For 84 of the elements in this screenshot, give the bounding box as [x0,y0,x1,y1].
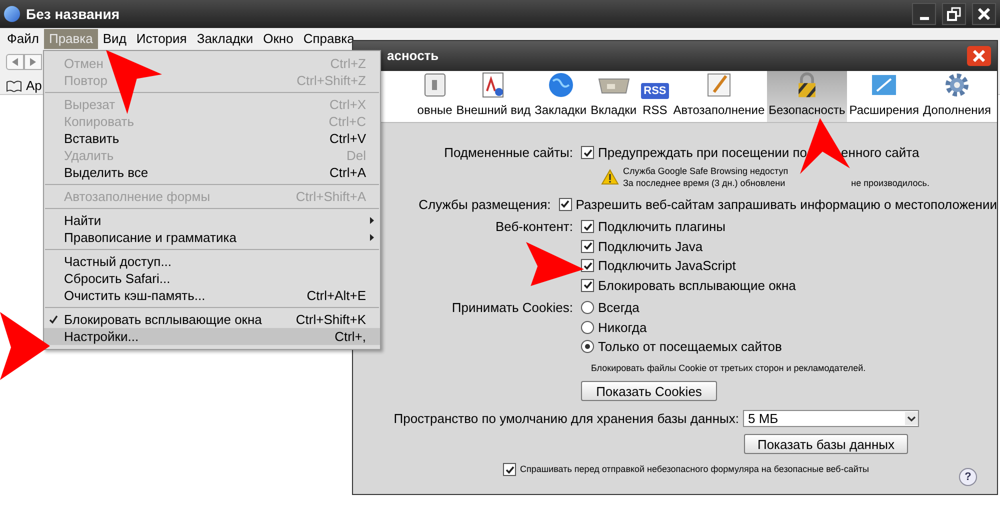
submenu-arrow-icon [370,217,374,224]
field-label: Службы размещения: [418,196,551,214]
option-label: Подключить Java [598,238,703,256]
checkbox[interactable] [558,198,572,211]
close-icon [977,7,991,21]
checkbox[interactable] [581,220,594,234]
preferences-tab[interactable]: Внешний вид [454,71,533,122]
window-title: Без названия [26,4,120,24]
dropdown-icon [905,412,918,426]
show-databases-button[interactable]: Показать базы данных [744,434,908,454]
preferences-tab[interactable]: овные [415,71,454,122]
cookie-note: Блокировать файлы Cookie от третьих сторон и рекламодателей. [591,362,866,375]
show-cookies-button[interactable]: Показать Cookies [581,381,717,401]
warning-text: Служба Google Safe Browsing недоступ [623,164,788,176]
menu-item[interactable]: Выделить все Ctrl+A [44,164,380,181]
radio-button[interactable] [581,320,594,334]
menu-item[interactable]: Частный доступ... [44,253,380,270]
warning-text: За последнее время (3 дн.) обновлени [623,176,786,188]
option-label: Спрашивать перед отправкой небезопасного формуляра на безопасные веб-сайты [520,463,869,476]
field-label: Веб-контент: [495,218,573,236]
book-icon[interactable] [6,80,22,92]
preferences-tab[interactable]: Закладки [532,71,589,122]
preferences-tab[interactable]: Вкладки [588,71,639,122]
menu-item[interactable]: Вставить Ctrl+V [44,130,380,147]
menu-item[interactable]: Очистить кэш-память... Ctrl+Alt+E [44,287,380,304]
right-triangle-icon [30,58,36,66]
help-button[interactable]: ? [959,468,977,486]
forward-button[interactable] [24,54,42,70]
bookmark-link[interactable]: Ар [26,76,42,96]
close-button[interactable] [967,46,991,66]
preferences-tab[interactable]: Автозаполнение [671,71,767,122]
menu-item[interactable]: Файл [2,29,44,49]
checkbox[interactable] [581,278,594,292]
menu-item[interactable]: Закладки [192,29,258,49]
globe-icon [546,71,575,99]
globe-icon [4,6,20,22]
annotation-arrow [0,312,50,380]
preferences-tab[interactable]: Безопасность [766,71,848,122]
checkbox[interactable] [581,240,594,253]
option-label: Всегда [598,299,640,317]
checkmark-icon [49,315,58,324]
gear-icon [943,71,971,99]
menu-item[interactable]: История [131,29,192,49]
menu-item[interactable]: Настройки... Ctrl+, [44,328,380,345]
submenu-arrow-icon [370,234,374,241]
menu-item[interactable]: Справка [298,29,360,49]
menu-item[interactable]: Найти [44,212,380,229]
annotation-arrow [526,242,584,286]
menu-item[interactable]: Вид [98,29,132,49]
option-label: енного сайта [841,144,920,162]
warning-text: не производилось. [851,176,930,188]
preferences-tab[interactable]: Расширения [847,71,922,122]
menu-item[interactable]: Блокировать всплывающие окна Ctrl+Shift+K [44,311,380,328]
option-label: Разрешить веб-сайтам запрашивать информацию о местоположении [576,196,997,214]
field-label: Пространство по умолчанию для хранения базы данных: [394,410,739,428]
minimize-button[interactable] [912,3,936,25]
option-label: Блокировать всплывающие окна [598,276,796,295]
field-label: Принимать Cookies: [452,299,573,317]
preferences-tab[interactable]: RSS RSS [638,71,672,122]
dialog-title: асность [387,47,439,66]
option-label: Подключить плагины [598,218,726,236]
rss-badge: RSS [640,83,670,99]
option-label: Никогда [598,318,647,337]
checkbox[interactable] [581,146,594,160]
menu-item[interactable]: Окно [258,29,298,49]
restore-button[interactable] [942,3,966,25]
restore-icon [947,7,961,21]
radio-button[interactable] [581,301,594,314]
menu-item[interactable]: Правописание и грамматика [44,229,380,246]
preferences-tab[interactable]: Дополнения [921,71,993,122]
back-button[interactable] [6,54,24,70]
left-triangle-icon [12,58,18,66]
checkbox[interactable] [503,463,516,476]
checkbox[interactable] [581,259,594,272]
warning-icon [601,168,619,184]
database-size-select[interactable]: 5 МБ [743,410,919,428]
field-label: Подмененные сайты: [444,144,573,162]
close-button[interactable] [972,3,996,25]
menu-item[interactable]: Сбросить Safari... [44,270,380,287]
close-icon [973,50,985,62]
radio-button[interactable] [581,340,594,354]
option-label: Подключить JavaScript [598,257,736,275]
option-label: Только от посещаемых сайтов [598,338,782,356]
option-label: Предупреждать при посещении по [598,144,808,162]
